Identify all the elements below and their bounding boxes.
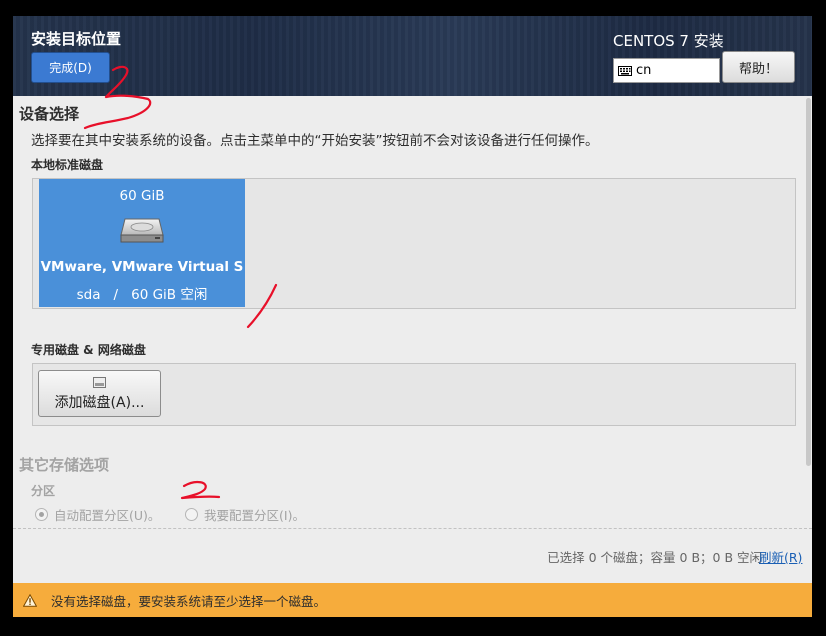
disk-model: VMware, VMware Virtual S: [40, 259, 244, 275]
warning-bar[interactable]: 没有选择磁盘，要安装系统请至少选择一个磁盘。: [13, 583, 812, 617]
special-disks-panel: 添加磁盘(A)...: [32, 363, 796, 426]
installer-window: 安装目标位置 完成(D) CENTOS 7 安装 cn 帮助！ 设备选择 选择要…: [13, 16, 812, 617]
header-bar: 安装目标位置 完成(D) CENTOS 7 安装 cn 帮助！: [13, 16, 812, 96]
disk-free-space: 60 GiB 空闲: [131, 287, 208, 303]
auto-partition-label: 自动配置分区(U)。: [54, 508, 161, 523]
done-button[interactable]: 完成(D): [31, 52, 110, 83]
radio-unchecked-icon: [185, 508, 198, 521]
add-disk-icon: [93, 377, 106, 388]
keyboard-icon: [618, 65, 632, 76]
warning-message: 没有选择磁盘，要安装系统请至少选择一个磁盘。: [51, 593, 327, 609]
selection-summary: 已选择 0 个磁盘；容量 0 B；0 B 空闲: [547, 550, 762, 565]
device-selection-description: 选择要在其中安装系统的设备。点击主菜单中的“开始安装”按钮前不会对该设备进行任何…: [31, 133, 599, 149]
scrollbar-thumb[interactable]: [806, 98, 811, 466]
other-storage-title: 其它存储选项: [19, 456, 110, 474]
warning-icon: [23, 593, 37, 607]
auto-partition-radio[interactable]: 自动配置分区(U)。: [35, 505, 160, 524]
disk-name: sda: [76, 287, 101, 303]
disk-card-sda[interactable]: 60 GiB VMware, VMware Virtual S sda / 60…: [39, 179, 245, 307]
local-disks-title: 本地标准磁盘: [31, 158, 104, 172]
partition-title: 分区: [31, 484, 56, 498]
disk-separator: /: [113, 287, 119, 303]
footer-divider: [13, 528, 812, 529]
disk-size: 60 GiB: [119, 188, 165, 204]
device-selection-title: 设备选择: [19, 105, 80, 123]
manual-partition-radio[interactable]: 我要配置分区(I)。: [185, 505, 305, 524]
disk-details: sda / 60 GiB 空闲: [39, 283, 245, 303]
radio-checked-icon: [35, 508, 48, 521]
add-disk-label: 添加磁盘(A)...: [54, 395, 145, 411]
hard-disk-icon: [120, 218, 164, 243]
keyboard-layout-value: cn: [636, 63, 652, 78]
refresh-link[interactable]: 刷新(R): [759, 547, 802, 566]
local-disks-panel: 60 GiB VMware, VMware Virtual S sda / 60…: [32, 178, 796, 309]
header-background: [13, 16, 812, 96]
page-title: 安装目标位置: [31, 30, 122, 48]
special-disks-title: 专用磁盘 & 网络磁盘: [31, 343, 146, 357]
add-disk-button[interactable]: 添加磁盘(A)...: [38, 370, 161, 417]
content-area: 设备选择 选择要在其中安装系统的设备。点击主菜单中的“开始安装”按钮前不会对该设…: [13, 96, 812, 582]
help-button[interactable]: 帮助！: [722, 51, 795, 83]
keyboard-layout-indicator[interactable]: cn: [613, 58, 720, 83]
product-name: CENTOS 7 安装: [613, 32, 724, 50]
manual-partition-label: 我要配置分区(I)。: [204, 508, 305, 523]
